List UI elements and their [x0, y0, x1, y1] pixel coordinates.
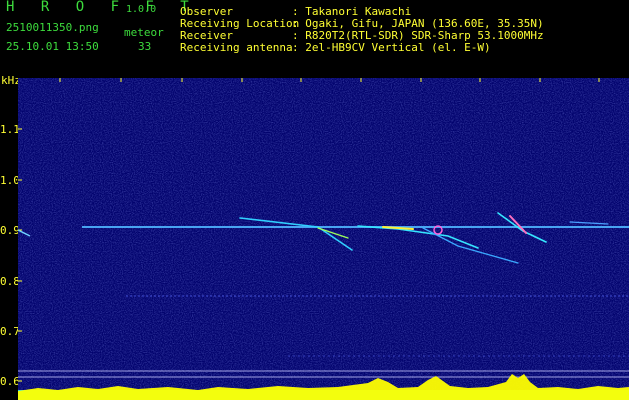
y-tick-label: 1.1 — [0, 123, 20, 136]
header-panel: H R O F F T 1.0.0 2510011350.png meteor … — [0, 0, 629, 62]
antenna-value: : 2el-HB9CV Vertical (el. E-W) — [292, 41, 491, 54]
y-tick-label: 0.8 — [0, 275, 20, 288]
observation-datetime: 25.10.01 13:50 — [6, 40, 99, 53]
y-tick-label: 1.0 — [0, 174, 20, 187]
spectrogram-plot — [18, 78, 629, 400]
y-tick-label: 0.6 — [0, 375, 20, 388]
noise-texture — [18, 78, 629, 400]
meteor-label: meteor — [124, 26, 164, 39]
y-tick-label: 0.7 — [0, 325, 20, 338]
app-version: 1.0.0 — [126, 4, 157, 15]
spectrogram-svg — [18, 78, 629, 400]
antenna-label: Receiving antenna — [180, 41, 293, 54]
app-name: H R O F F T — [6, 0, 198, 15]
y-tick-label: 0.9 — [0, 224, 20, 237]
image-filename: 2510011350.png — [6, 21, 99, 34]
meteor-count: 33 — [138, 40, 152, 53]
